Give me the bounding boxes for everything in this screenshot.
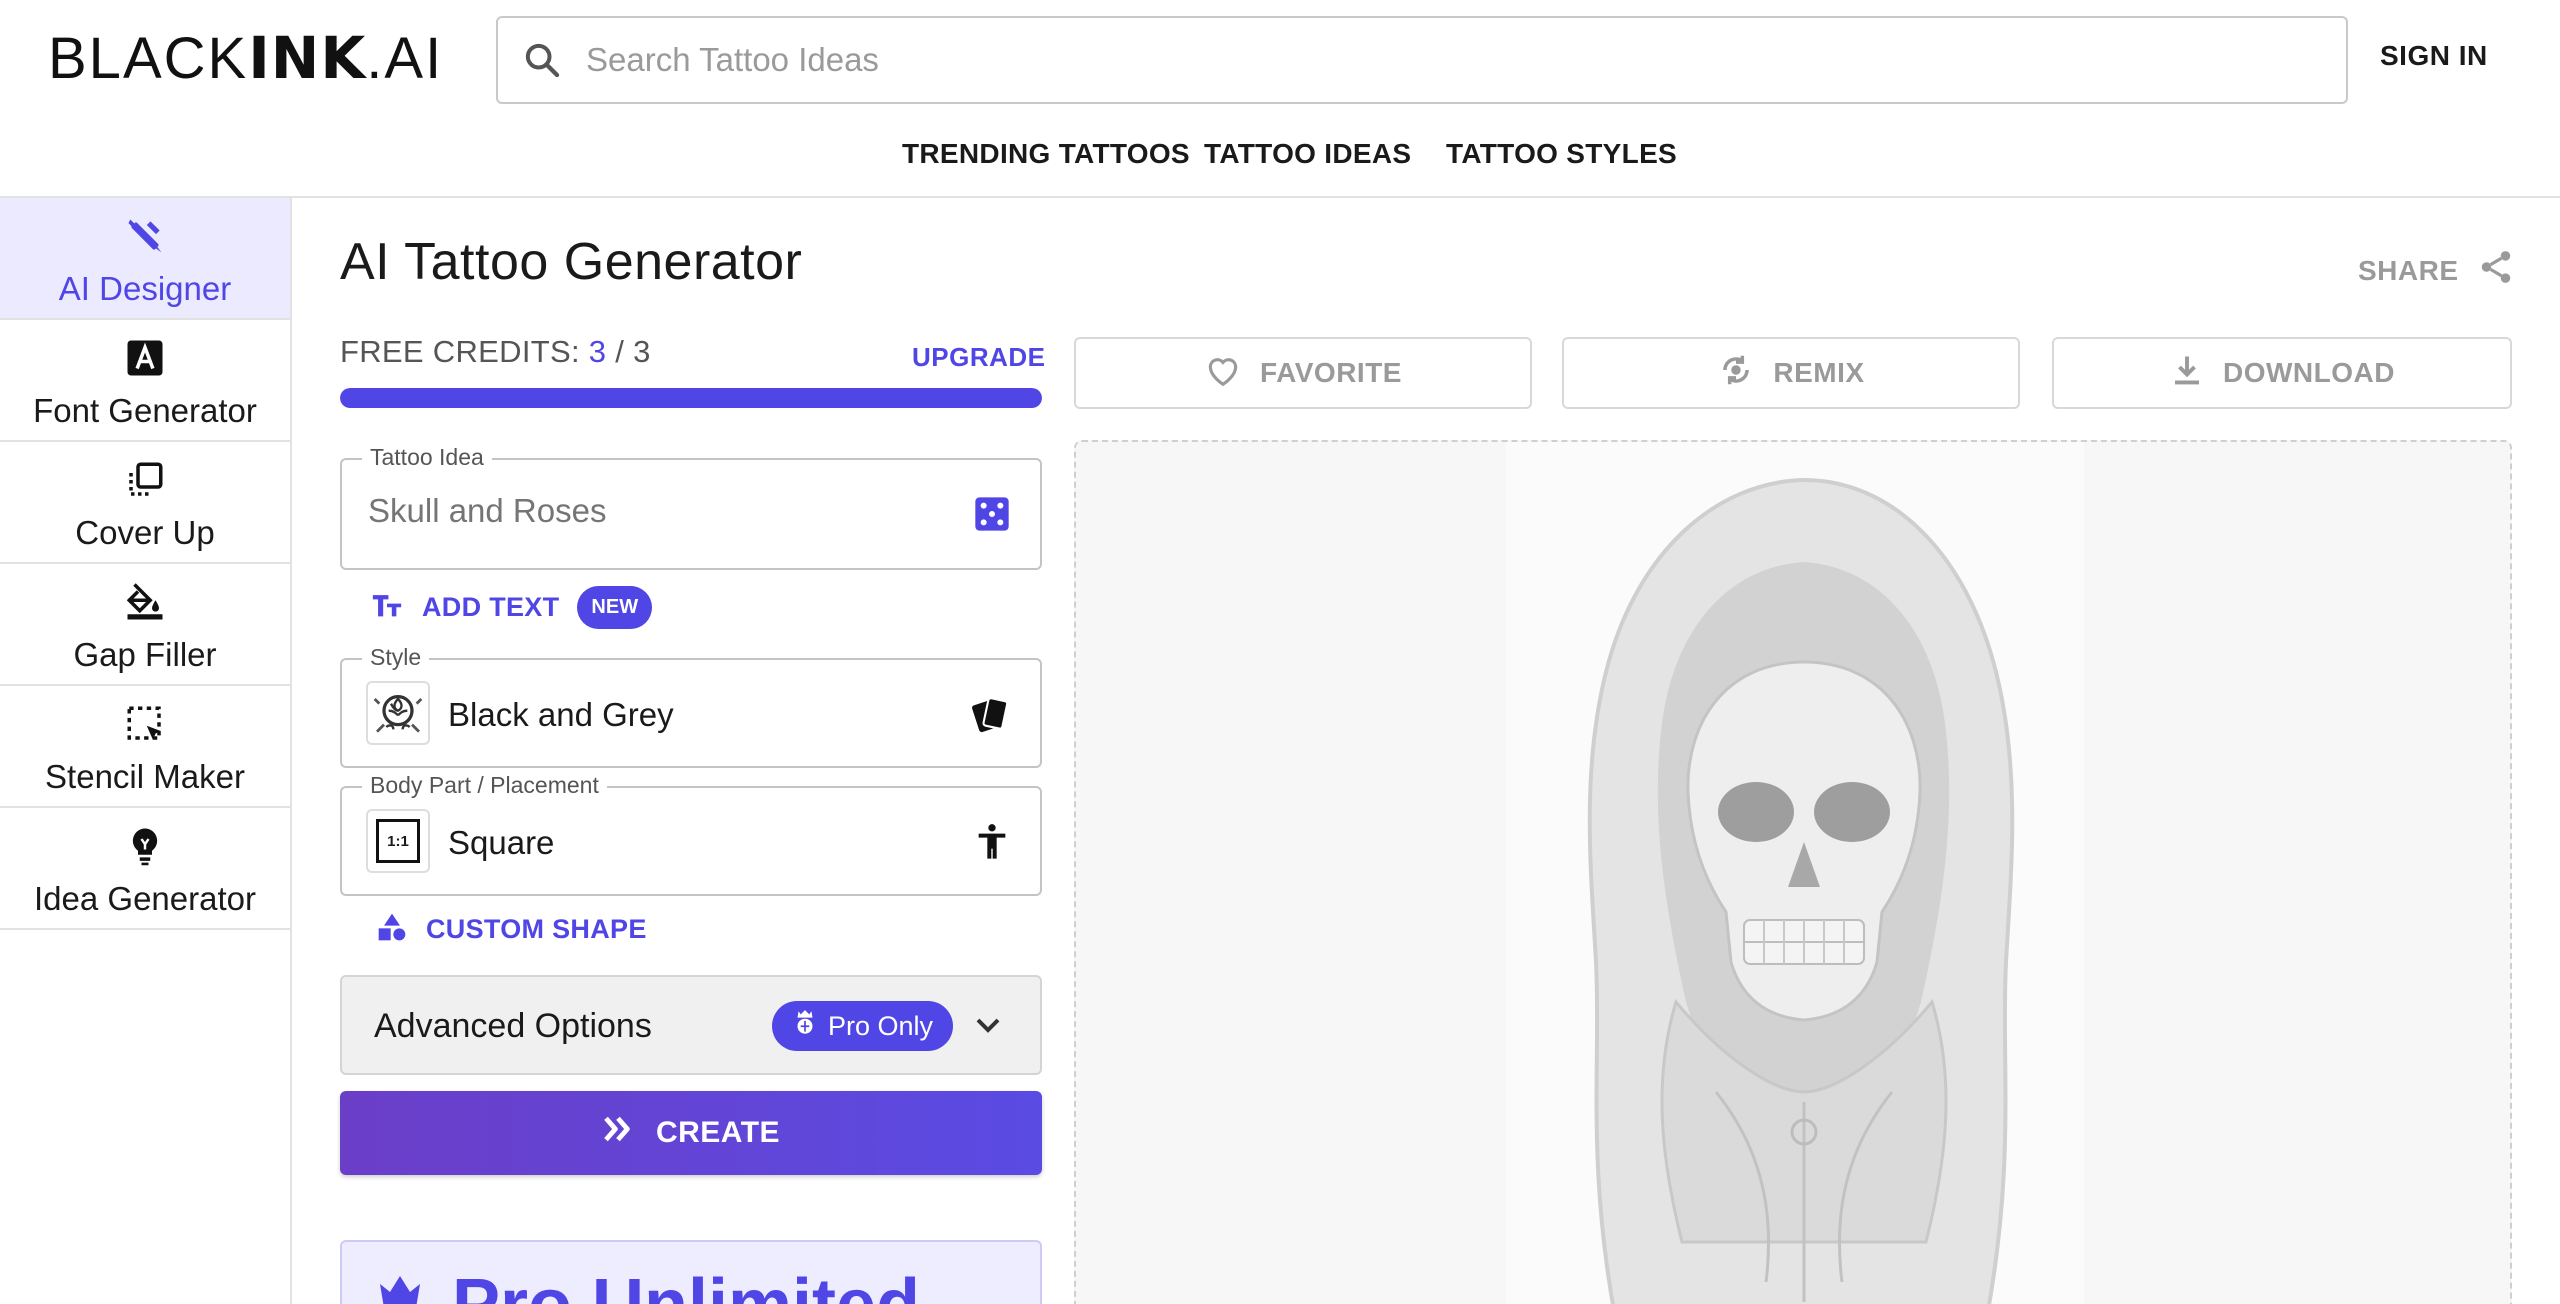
lightbulb-icon — [123, 824, 167, 868]
nav-tattoo-ideas[interactable]: TATTOO IDEAS — [1204, 138, 1411, 170]
new-badge: NEW — [577, 586, 653, 629]
sidebar-item-label: AI Designer — [58, 270, 232, 307]
custom-shape-button[interactable]: CUSTOM SHAPE — [376, 910, 647, 949]
favorite-button[interactable]: FAVORITE — [1074, 337, 1532, 409]
body-figure-icon[interactable] — [972, 820, 1012, 869]
heart-icon — [1204, 352, 1242, 395]
pro-unlimited-banner[interactable]: Pro Unlimited — [340, 1240, 1042, 1304]
rose-thumbnail-icon — [366, 681, 430, 745]
style-field[interactable]: Style Black and Grey — [340, 644, 1042, 768]
pro-only-label: Pro Only — [828, 1010, 934, 1041]
share-icon — [2477, 248, 2515, 293]
create-label: CREATE — [655, 1116, 781, 1149]
credits-progress-fill — [340, 388, 1042, 408]
generated-image-canvas[interactable] — [1074, 440, 2512, 1304]
search-bar[interactable] — [496, 16, 2348, 104]
top-nav: TRENDING TATTOOS TATTOO IDEAS TATTOO STY… — [0, 138, 2560, 178]
sidebar-item-gap-filler[interactable]: Gap Filler — [0, 564, 290, 686]
download-label: DOWNLOAD — [2223, 357, 2395, 388]
add-text-button[interactable]: ADD TEXT NEW — [370, 586, 653, 629]
remix-button[interactable]: REMIX — [1562, 337, 2020, 409]
chevron-down-icon — [968, 1005, 1008, 1050]
share-label: SHARE — [2358, 254, 2459, 286]
sidebar-item-label: Idea Generator — [34, 880, 256, 917]
paint-bucket-icon — [123, 580, 167, 624]
credits-progress-bar — [340, 388, 1042, 408]
download-button[interactable]: DOWNLOAD — [2052, 337, 2512, 409]
placement-field[interactable]: Body Part / Placement 1:1 Square — [340, 772, 1042, 896]
download-icon — [2169, 352, 2205, 395]
advanced-options-label: Advanced Options — [374, 1007, 652, 1045]
style-legend: Style — [362, 644, 430, 671]
credits-total: 3 — [633, 334, 651, 369]
upgrade-link[interactable]: UPGRADE — [912, 342, 1046, 373]
dice-icon[interactable] — [972, 494, 1012, 539]
credits-used: 3 — [588, 334, 607, 369]
sidebar-item-cover-up[interactable]: Cover Up — [0, 442, 290, 564]
create-button[interactable]: CREATE — [340, 1091, 1042, 1175]
sidebar: AI Designer Font Generator Cover Up Gap … — [0, 198, 292, 1304]
sidebar-item-label: Gap Filler — [73, 636, 217, 673]
logo-text-bold: INK — [248, 24, 367, 92]
promo-title: Pro Unlimited — [452, 1264, 920, 1304]
search-icon — [498, 18, 586, 102]
style-value: Black and Grey — [448, 696, 674, 733]
tattoo-idea-input[interactable] — [368, 492, 948, 530]
credits-separator: / — [606, 334, 634, 369]
logo-text-tail: .AI — [366, 26, 444, 91]
custom-shape-label: CUSTOM SHAPE — [426, 914, 647, 944]
sidebar-item-idea-generator[interactable]: Idea Generator — [0, 808, 290, 930]
header: BLACKINK.AI SIGN IN TRENDING TATTOOS TAT… — [0, 0, 2560, 198]
sidebar-item-label: Font Generator — [33, 392, 257, 429]
pro-only-badge: Pro Only — [772, 1001, 954, 1051]
search-input[interactable] — [586, 41, 2286, 79]
pencil-ruler-icon — [123, 214, 167, 258]
favorite-label: FAVORITE — [1260, 357, 1402, 388]
free-credits: FREE CREDITS: 3 / 3 — [340, 334, 651, 370]
remix-label: REMIX — [1773, 357, 1865, 388]
font-a-icon — [123, 336, 167, 380]
sidebar-item-stencil-maker[interactable]: Stencil Maker — [0, 686, 290, 808]
aspect-ratio-label: 1:1 — [376, 819, 420, 863]
crown-icon — [376, 1272, 424, 1304]
style-cards-icon[interactable] — [968, 694, 1014, 741]
pro-crown-icon — [792, 1008, 818, 1045]
placement-legend: Body Part / Placement — [362, 772, 607, 799]
sidebar-item-font-generator[interactable]: Font Generator — [0, 320, 290, 442]
placement-value: Square — [448, 824, 555, 861]
select-cursor-icon — [123, 702, 167, 746]
page-title: AI Tattoo Generator — [340, 233, 803, 291]
remix-icon — [1717, 351, 1755, 396]
advanced-options-accordion[interactable]: Advanced Options Pro Only — [340, 975, 1042, 1075]
logo-text-thin: BLACK — [48, 26, 249, 91]
tattoo-idea-legend: Tattoo Idea — [362, 444, 492, 471]
shapes-icon — [376, 910, 408, 949]
nav-tattoo-styles[interactable]: TATTOO STYLES — [1446, 138, 1677, 170]
layers-icon — [123, 458, 167, 502]
sidebar-item-ai-designer[interactable]: AI Designer — [0, 198, 290, 320]
sign-in-link[interactable]: SIGN IN — [2380, 40, 2488, 72]
double-chevron-right-icon — [602, 1113, 634, 1153]
add-text-label: ADD TEXT — [422, 592, 560, 622]
credits-label: FREE CREDITS: — [340, 334, 589, 369]
sidebar-item-label: Stencil Maker — [45, 758, 245, 795]
sidebar-item-label: Cover Up — [75, 514, 215, 551]
text-size-icon — [370, 588, 404, 627]
hooded-skull-illustration — [1076, 442, 2510, 1304]
share-button[interactable]: SHARE — [2358, 248, 2515, 293]
logo[interactable]: BLACKINK.AI — [48, 26, 443, 91]
aspect-ratio-thumbnail: 1:1 — [366, 809, 430, 873]
tattoo-idea-field[interactable]: Tattoo Idea — [340, 444, 1042, 570]
nav-trending-tattoos[interactable]: TRENDING TATTOOS — [902, 138, 1190, 170]
